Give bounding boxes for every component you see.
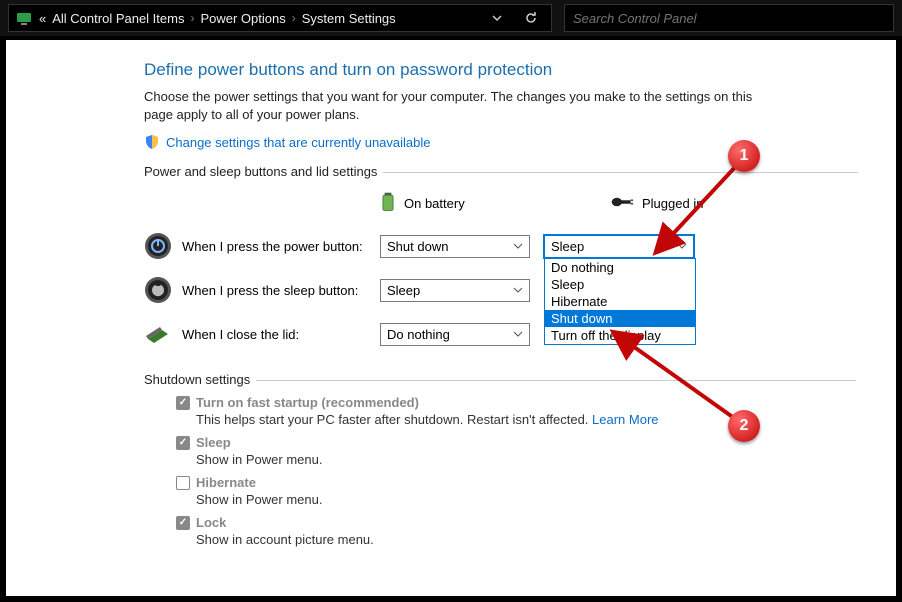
row-sleep-button: When I press the sleep button: Sleep	[144, 276, 858, 304]
ss-sleep-desc: Show in Power menu.	[196, 452, 858, 467]
chevron-down-icon	[513, 329, 523, 339]
history-dropdown-button[interactable]	[483, 4, 511, 32]
crumb-2[interactable]: System Settings	[302, 11, 396, 26]
chevron-down-icon	[513, 241, 523, 251]
select-sleep-battery[interactable]: Sleep	[380, 279, 530, 302]
checkbox-hibernate[interactable]	[176, 476, 190, 490]
annotation-badge-2: 2	[728, 410, 760, 442]
section-shutdown-title: Shutdown settings	[144, 372, 250, 387]
ss-sleep-label: Sleep	[196, 435, 231, 450]
chevron-right-icon: ›	[292, 11, 296, 25]
refresh-button[interactable]	[517, 4, 545, 32]
ss-item-lock: ✓ Lock Show in account picture menu.	[176, 515, 858, 547]
row-power-label: When I press the power button:	[182, 239, 380, 254]
plug-icon	[610, 196, 634, 211]
annotation-arrow-2	[606, 328, 746, 428]
column-headers: On battery Plugged in	[380, 191, 858, 216]
annotation-arrow-1	[646, 158, 756, 262]
ss-item-hibernate: Hibernate Show in Power menu.	[176, 475, 858, 507]
system-icon	[15, 9, 33, 27]
select-power-battery[interactable]: Shut down	[380, 235, 530, 258]
ss-lock-desc: Show in account picture menu.	[196, 532, 858, 547]
ss-lock-label: Lock	[196, 515, 226, 530]
sleep-button-icon	[144, 276, 172, 304]
checkbox-fast-startup[interactable]: ✓	[176, 396, 190, 410]
ss-item-sleep: ✓ Sleep Show in Power menu.	[176, 435, 858, 467]
select-lid-battery[interactable]: Do nothing	[380, 323, 530, 346]
page-title: Define power buttons and turn on passwor…	[144, 60, 858, 80]
row-lid-label: When I close the lid:	[182, 327, 380, 342]
dropdown-item-sleep[interactable]: Sleep	[545, 276, 695, 293]
breadcrumb-bar[interactable]: « All Control Panel Items › Power Option…	[8, 4, 552, 32]
annotation-badge-1: 1	[728, 140, 760, 172]
top-address-bar: « All Control Panel Items › Power Option…	[0, 0, 902, 36]
content-panel: Define power buttons and turn on passwor…	[6, 40, 896, 596]
dropdown-item-hibernate[interactable]: Hibernate	[545, 293, 695, 310]
ss-hibernate-desc: Show in Power menu.	[196, 492, 858, 507]
col-on-battery: On battery	[380, 191, 530, 216]
section-power-sleep-title: Power and sleep buttons and lid settings	[144, 164, 377, 179]
laptop-lid-icon	[144, 320, 172, 348]
chevron-right-icon: ›	[190, 11, 194, 25]
page-description: Choose the power settings that you want …	[144, 88, 764, 124]
crumb-0[interactable]: All Control Panel Items	[52, 11, 184, 26]
search-box[interactable]	[564, 4, 894, 32]
col-battery-label: On battery	[404, 196, 465, 211]
battery-icon	[380, 191, 396, 216]
row-close-lid: When I close the lid: Do nothing	[144, 320, 858, 348]
checkbox-lock[interactable]: ✓	[176, 516, 190, 530]
ss-fast-startup-label: Turn on fast startup (recommended)	[196, 395, 419, 410]
ss-hibernate-label: Hibernate	[196, 475, 256, 490]
change-settings-link[interactable]: Change settings that are currently unava…	[166, 135, 431, 150]
row-sleep-label: When I press the sleep button:	[182, 283, 380, 298]
dropdown-item-shut-down[interactable]: Shut down	[545, 310, 695, 327]
chevron-down-icon	[513, 285, 523, 295]
checkbox-sleep[interactable]: ✓	[176, 436, 190, 450]
search-input[interactable]	[573, 11, 885, 26]
shield-icon	[144, 134, 160, 150]
back-history-indicator[interactable]: «	[39, 11, 46, 26]
power-button-icon	[144, 232, 172, 260]
crumb-1[interactable]: Power Options	[200, 11, 285, 26]
